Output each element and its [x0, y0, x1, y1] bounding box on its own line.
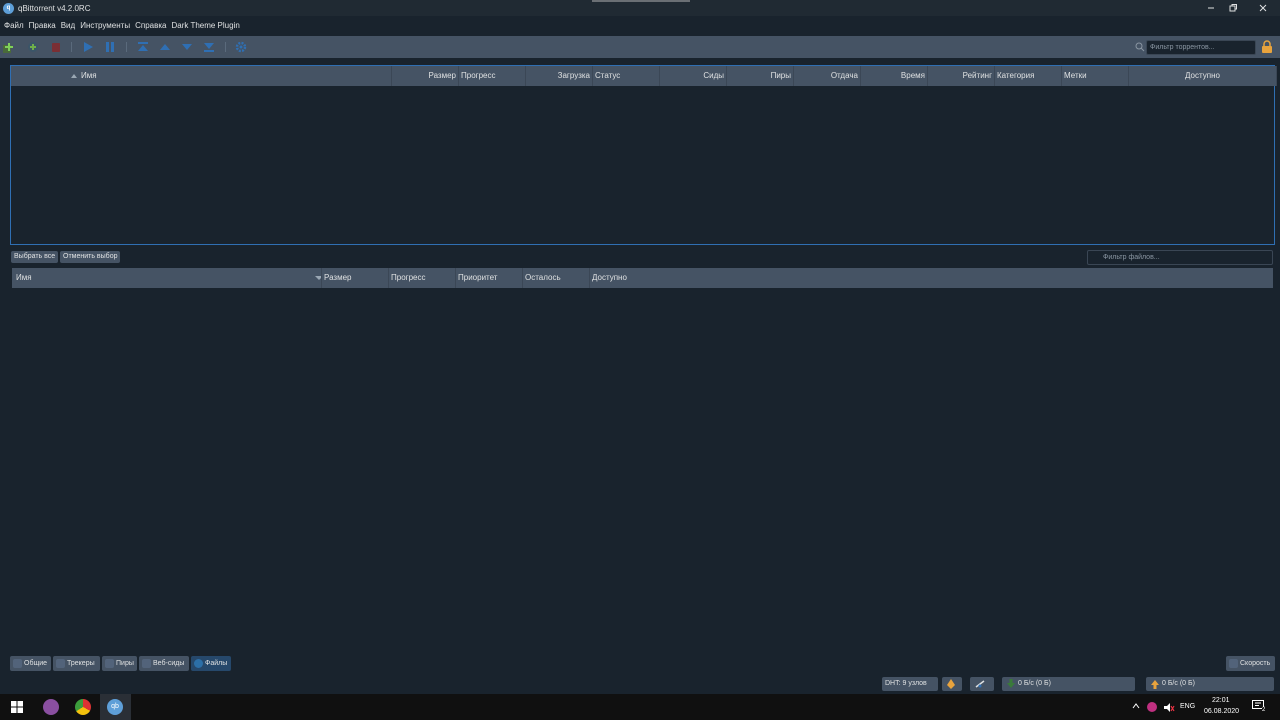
column-header-status[interactable]: Статус	[593, 66, 660, 86]
column-header-category[interactable]: Категория	[995, 66, 1062, 86]
move-up-icon[interactable]	[159, 41, 171, 53]
close-button[interactable]	[1248, 0, 1278, 16]
column-header-file-remaining[interactable]: Осталось	[523, 268, 590, 288]
trackers-icon	[56, 659, 65, 668]
column-header-file-priority[interactable]: Приоритет	[456, 268, 523, 288]
menu-view[interactable]: Вид	[61, 21, 75, 30]
add-torrent-icon[interactable]	[3, 41, 15, 53]
column-header-seeds[interactable]: Сиды	[660, 66, 727, 86]
move-top-icon[interactable]	[137, 41, 149, 53]
column-header-progress[interactable]: Прогресс	[459, 66, 526, 86]
clock-date[interactable]: 06.08.2020	[1204, 708, 1239, 715]
title-bar: q qBittorrent v4.2.0RC	[0, 0, 1280, 16]
resume-icon[interactable]	[82, 41, 94, 53]
properties-tab-bar: Общие Трекеры Пиры Веб-сиды Файлы Скорос…	[0, 652, 1280, 674]
volume-muted-icon[interactable]	[1163, 702, 1175, 713]
qbittorrent-taskbar-icon[interactable]: qb	[107, 699, 123, 715]
column-header-file-name[interactable]: Имя	[12, 268, 322, 288]
alt-speed-toggle[interactable]	[970, 677, 994, 691]
file-filter-input[interactable]: Фильтр файлов...	[1087, 250, 1273, 265]
toolbar-separator	[225, 42, 226, 52]
web-seeds-icon	[142, 659, 151, 668]
add-link-icon[interactable]	[27, 41, 39, 53]
sort-descending-icon	[315, 276, 321, 280]
download-speed-status[interactable]: 0 Б/с (0 Б)	[1002, 677, 1135, 691]
peers-icon	[105, 659, 114, 668]
column-header-size[interactable]: Размер	[392, 66, 459, 86]
search-icon	[1135, 42, 1145, 52]
close-icon	[1259, 4, 1267, 12]
options-icon[interactable]	[235, 41, 247, 53]
tab-files[interactable]: Файлы	[191, 656, 231, 671]
windows-start-icon[interactable]	[11, 701, 23, 713]
chevron-up-icon[interactable]	[1132, 703, 1140, 709]
toolbar-separator	[126, 42, 127, 52]
language-indicator[interactable]: ENG	[1180, 703, 1195, 710]
menu-bar: Файл Правка Вид Инструменты Справка Dark…	[0, 16, 1280, 34]
column-header-name[interactable]: Имя	[11, 66, 392, 86]
notification-count: 2	[1262, 707, 1266, 713]
tray-app-icon[interactable]	[1147, 702, 1157, 712]
qbittorrent-app-icon: q	[3, 2, 14, 14]
media-app-icon[interactable]	[43, 699, 59, 715]
clock-time[interactable]: 22:01	[1212, 697, 1230, 704]
select-all-button[interactable]: Выбрать все	[11, 251, 59, 263]
chrome-icon[interactable]	[75, 699, 91, 715]
toolbar-separator	[71, 42, 72, 52]
column-header-eta[interactable]: Время	[861, 66, 928, 86]
download-arrow-icon	[1007, 679, 1015, 688]
maximize-button[interactable]	[1218, 0, 1248, 16]
status-bar: DHT: 9 узлов 0 Б/с (0 Б) 0 Б/с (0 Б)	[0, 674, 1280, 694]
column-header-file-size[interactable]: Размер	[322, 268, 389, 288]
tab-web-seeds[interactable]: Веб-сиды	[139, 656, 189, 671]
window-title: qBittorrent v4.2.0RC	[18, 3, 91, 13]
info-icon	[13, 659, 22, 668]
speed-limit-icon	[975, 680, 985, 688]
lock-icon[interactable]	[1261, 40, 1273, 54]
torrent-list[interactable]: Имя Размер Прогресс Загрузка Статус Сиды…	[10, 65, 1277, 245]
os-taskbar: qb ENG 22:01 06.08.2020 2	[0, 694, 1280, 720]
title-accent-line	[592, 0, 690, 2]
move-down-icon[interactable]	[181, 41, 193, 53]
deselect-button[interactable]: Отменить выбор	[60, 251, 121, 263]
tab-general[interactable]: Общие	[10, 656, 51, 671]
files-icon	[194, 659, 203, 668]
column-header-download[interactable]: Загрузка	[526, 66, 593, 86]
column-header-file-availability[interactable]: Доступно	[590, 268, 1273, 288]
pause-icon[interactable]	[104, 41, 116, 53]
menu-file[interactable]: Файл	[4, 21, 24, 30]
menu-tools[interactable]: Инструменты	[80, 21, 130, 30]
tab-trackers[interactable]: Трекеры	[53, 656, 100, 671]
connection-status-button[interactable]	[942, 677, 962, 691]
toolbar	[0, 36, 1280, 58]
column-header-file-progress[interactable]: Прогресс	[389, 268, 456, 288]
column-header-ratio[interactable]: Рейтинг	[928, 66, 995, 86]
speed-button[interactable]: Скорость	[1226, 656, 1275, 671]
column-header-upload[interactable]: Отдача	[794, 66, 861, 86]
upload-speed-status[interactable]: 0 Б/с (0 Б)	[1146, 677, 1274, 691]
menu-edit[interactable]: Правка	[29, 21, 56, 30]
sort-ascending-icon	[71, 74, 77, 78]
torrent-list-header: Имя Размер Прогресс Загрузка Статус Сиды…	[11, 66, 1277, 86]
speed-icon	[1229, 659, 1238, 668]
dht-status: DHT: 9 узлов	[882, 677, 938, 691]
column-header-peers[interactable]: Пиры	[727, 66, 794, 86]
upload-arrow-icon	[1151, 680, 1159, 689]
move-bottom-icon[interactable]	[203, 41, 215, 53]
column-header-availability[interactable]: Доступно	[1129, 66, 1277, 86]
tab-peers[interactable]: Пиры	[102, 656, 137, 671]
torrent-filter-input[interactable]: Фильтр торрентов...	[1146, 40, 1256, 55]
delete-icon[interactable]	[50, 41, 62, 53]
file-list-header: Имя Размер Прогресс Приоритет Осталось Д…	[12, 268, 1273, 288]
menu-dark-theme-plugin[interactable]: Dark Theme Plugin	[171, 21, 239, 30]
firewall-icon	[947, 679, 955, 689]
column-header-tags[interactable]: Метки	[1062, 66, 1129, 86]
file-list[interactable]: Имя Размер Прогресс Приоритет Осталось Д…	[12, 268, 1273, 650]
restore-icon	[1229, 4, 1237, 12]
minimize-icon	[1208, 7, 1214, 9]
menu-help[interactable]: Справка	[135, 21, 166, 30]
